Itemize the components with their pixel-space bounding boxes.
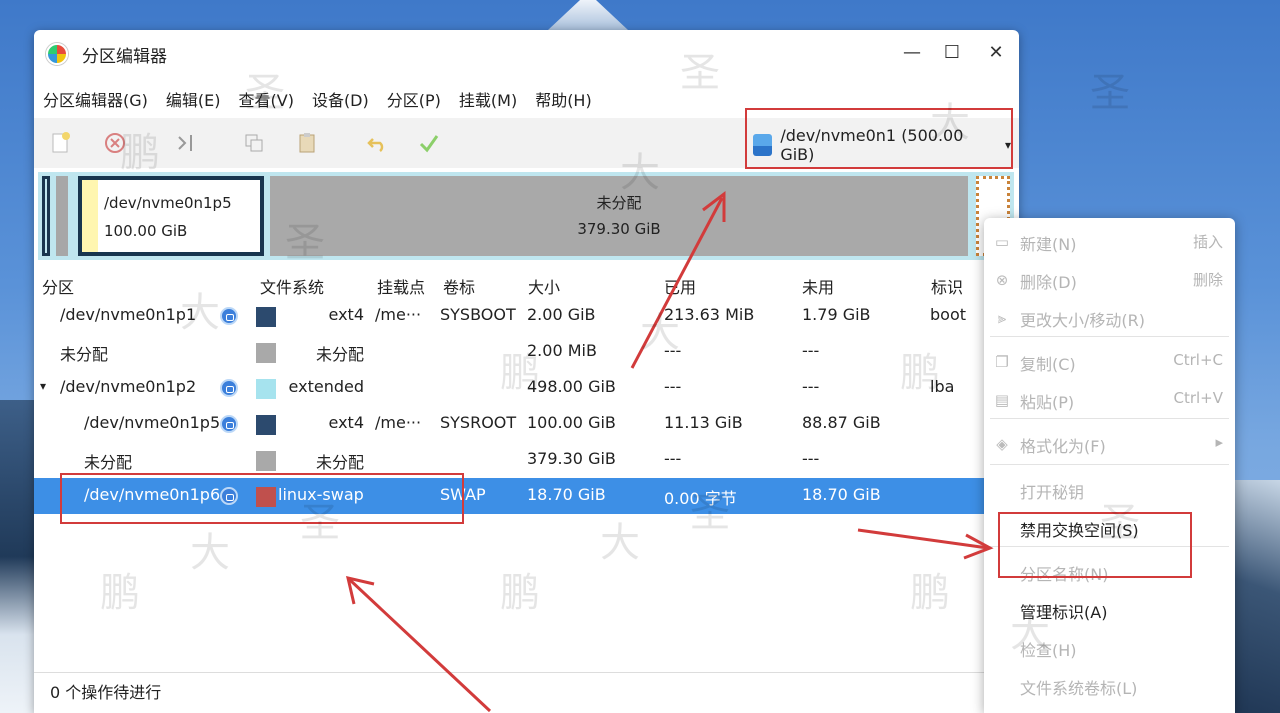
- annotation-arrows: [345, 190, 994, 713]
